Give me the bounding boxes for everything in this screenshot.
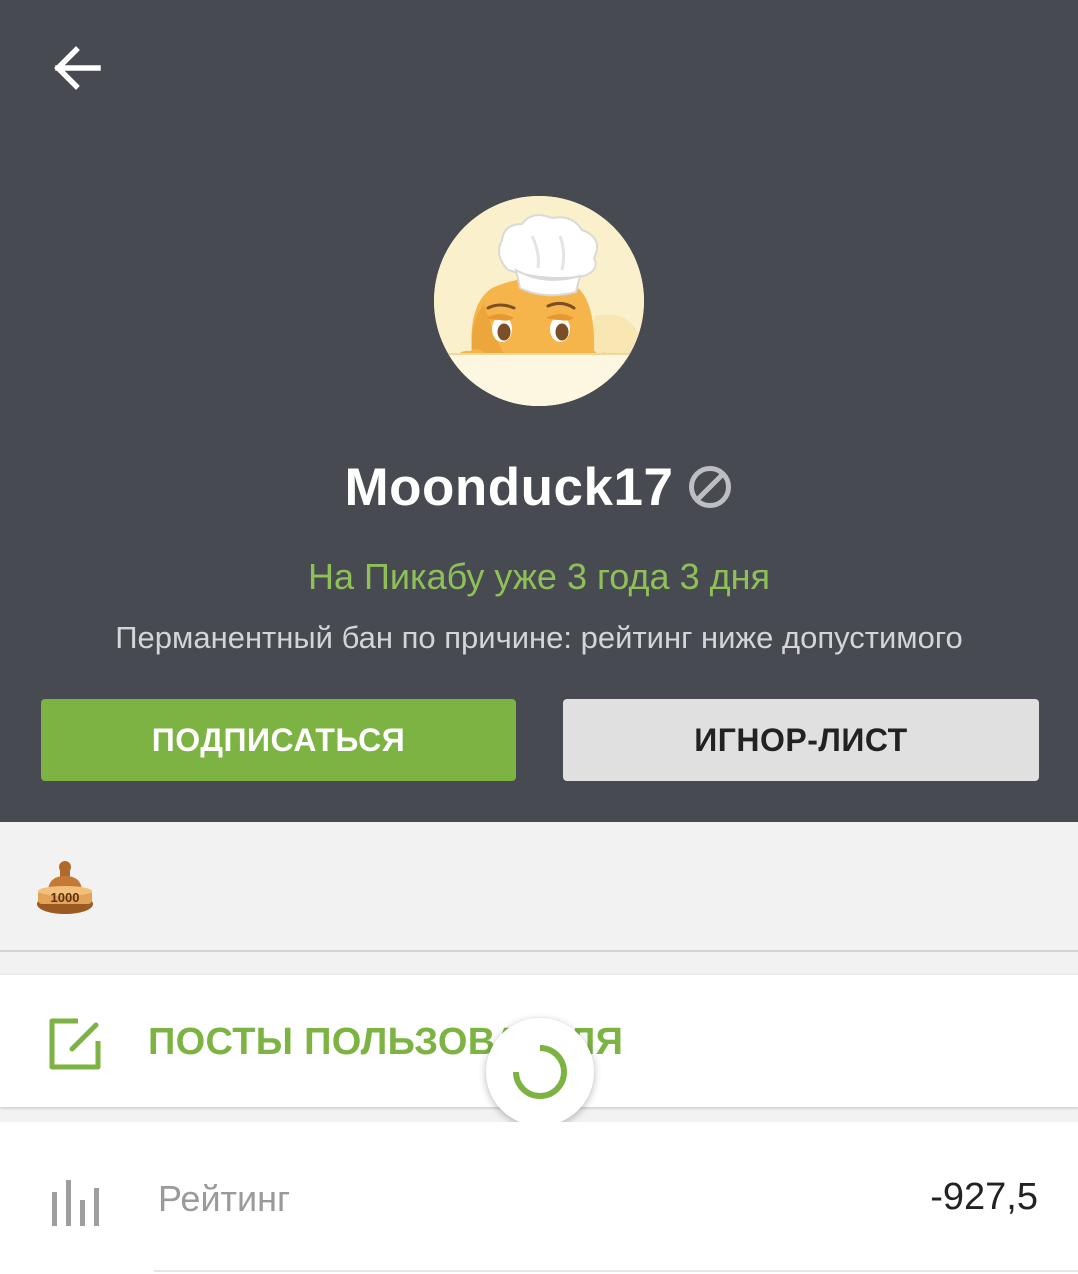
membership-duration: На Пикабу уже 3 года 3 дня (308, 556, 770, 597)
username-row: Moonduck17 (0, 455, 1078, 519)
spinner-icon (513, 1045, 567, 1099)
username: Moonduck17 (344, 457, 674, 517)
subscribe-button[interactable]: ПОДПИСАТЬСЯ (41, 699, 516, 781)
rating-value: -927,5 (930, 1176, 1038, 1218)
bar-chart-icon (52, 1180, 99, 1226)
arrow-left-icon (54, 46, 101, 90)
award-1000-icon[interactable]: 1000 (34, 858, 96, 918)
avatar (434, 196, 644, 406)
rating-label: Рейтинг (158, 1178, 291, 1219)
stats-section: Рейтинг -927,5 (0, 1122, 1078, 1274)
ban-icon (687, 464, 733, 510)
ignore-list-button[interactable]: ИГНОР-ЛИСТ (563, 699, 1039, 781)
loading-spinner (486, 1018, 594, 1126)
profile-header: Moonduck17 На Пикабу уже 3 года 3 дня Пе… (0, 0, 1078, 822)
divider (154, 1270, 1078, 1272)
edit-icon (49, 1018, 101, 1070)
awards-bar: 1000 (0, 822, 1078, 952)
back-button[interactable] (44, 38, 110, 98)
chef-mascot-image (434, 196, 644, 406)
award-text: 1000 (51, 890, 80, 905)
ban-reason: Перманентный бан по причине: рейтинг ниж… (115, 620, 963, 655)
